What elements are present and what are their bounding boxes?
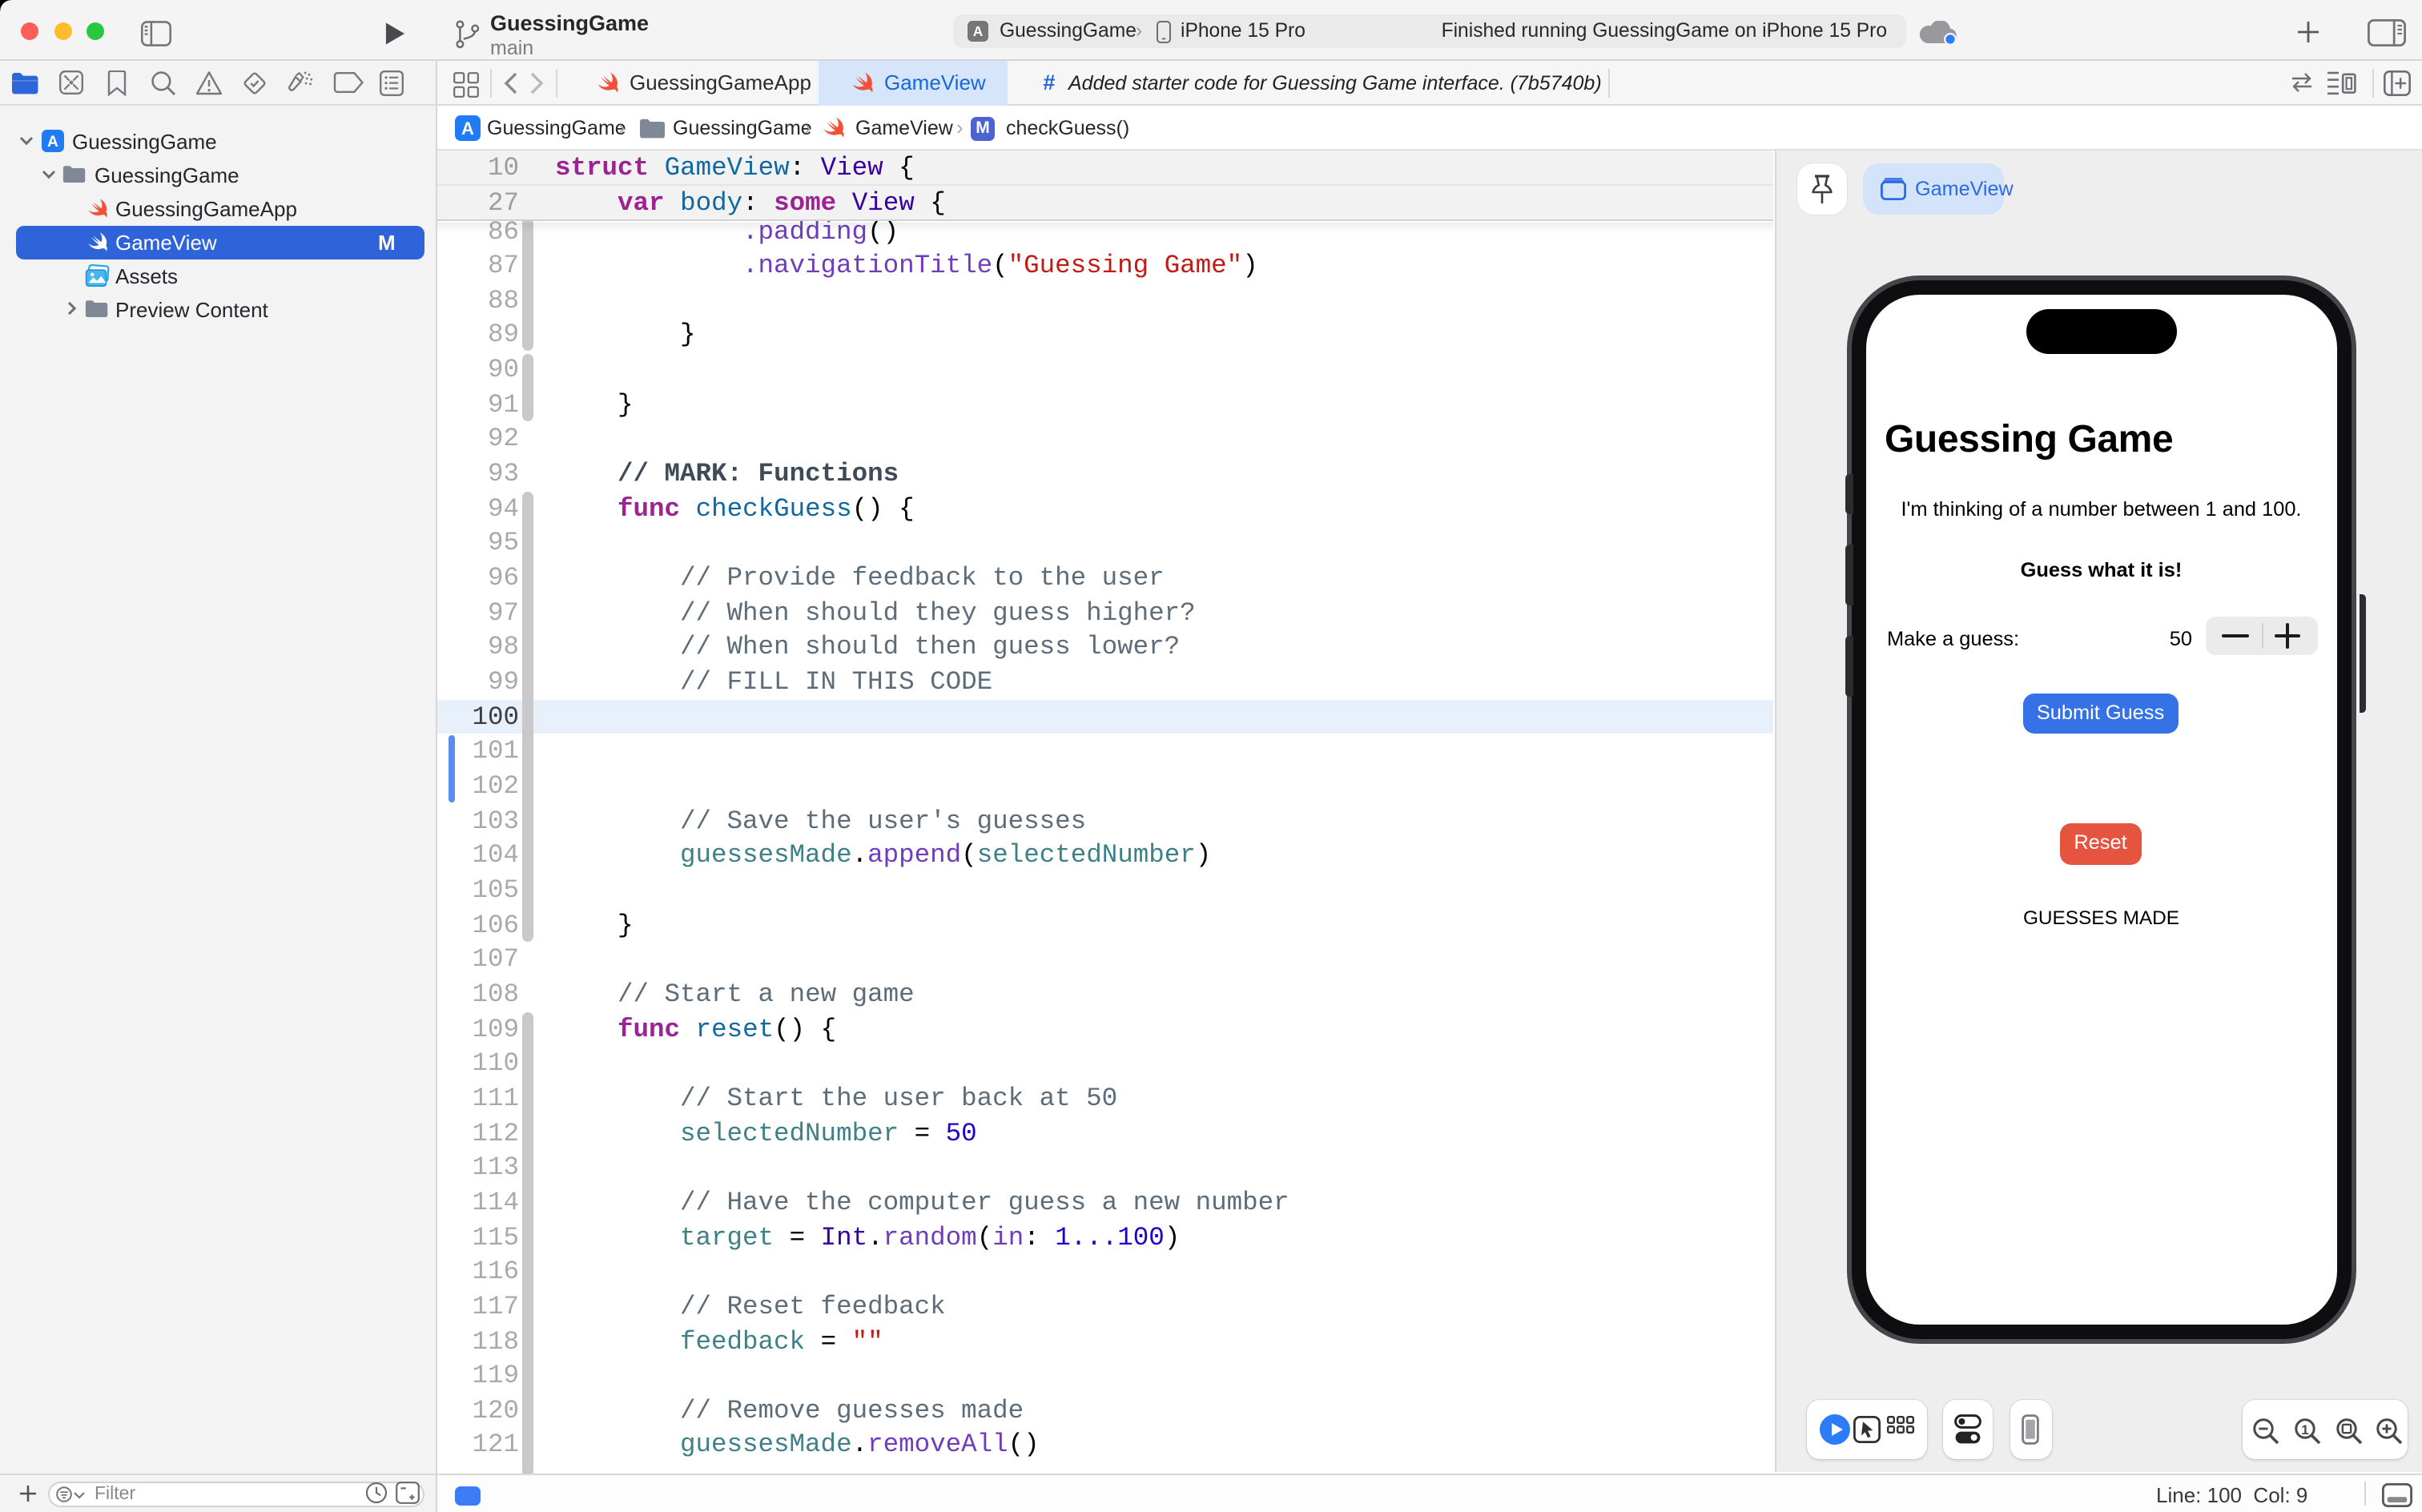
svg-text:A: A	[972, 22, 983, 38]
svg-text:A: A	[461, 119, 474, 139]
svg-text:1: 1	[2300, 1422, 2307, 1437]
svg-text:A: A	[47, 134, 58, 151]
